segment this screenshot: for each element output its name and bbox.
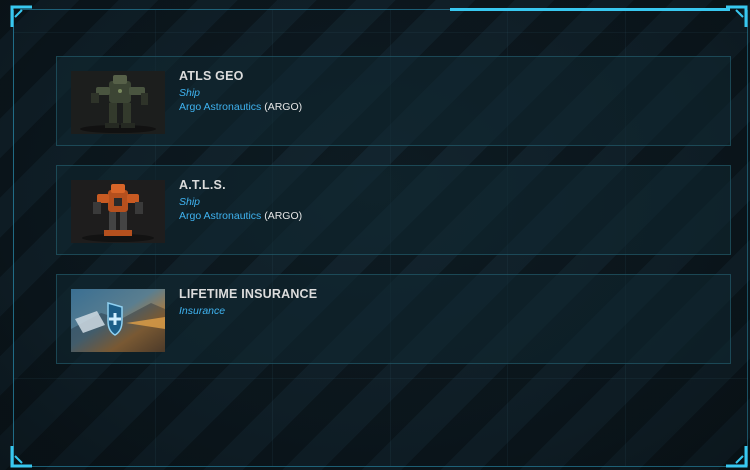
manufacturer-code: (ARGO) <box>264 210 303 222</box>
manufacturer-name[interactable]: Argo Astronautics <box>179 101 261 113</box>
frame-accent-bar <box>450 8 730 11</box>
item-title: LIFETIME INSURANCE <box>179 287 318 301</box>
item-title: A.T.L.S. <box>179 178 226 192</box>
item-type: Ship <box>179 196 201 208</box>
grid-line <box>14 378 748 379</box>
corner-bracket-top-right-icon <box>726 5 748 27</box>
manufacturer-name[interactable]: Argo Astronautics <box>179 210 261 222</box>
pledge-item-atls[interactable]: A.T.L.S. Ship Argo Astronautics (ARGO) <box>56 165 731 255</box>
pledge-item-atls-geo[interactable]: ATLS GEO Ship Argo Astronautics (ARGO) <box>56 56 731 146</box>
pledge-items-panel: ATLS GEO Ship Argo Astronautics (ARGO) A… <box>0 0 750 470</box>
item-manufacturer[interactable]: Argo Astronautics (ARGO) <box>179 210 302 222</box>
item-title: ATLS GEO <box>179 69 244 83</box>
mech-suit-image <box>71 71 165 134</box>
manufacturer-code: (ARGO) <box>264 101 303 113</box>
frame-border-right <box>747 10 748 466</box>
ship-thumbnail-image[interactable] <box>71 180 165 243</box>
item-manufacturer[interactable]: Argo Astronautics (ARGO) <box>179 101 302 113</box>
corner-bracket-bottom-right-icon <box>726 446 748 468</box>
ship-thumbnail-image[interactable] <box>71 71 165 134</box>
insurance-thumbnail-image[interactable] <box>71 289 165 352</box>
frame-border-left <box>13 10 14 466</box>
item-type: Insurance <box>179 305 226 317</box>
insurance-shield-image <box>71 289 165 352</box>
item-type: Ship <box>179 87 201 99</box>
frame-border-bottom <box>20 466 730 467</box>
grid-line <box>14 32 748 33</box>
pledge-item-lifetime-insurance[interactable]: LIFETIME INSURANCE Insurance <box>56 274 731 364</box>
frame-border-top <box>20 9 450 10</box>
corner-bracket-bottom-left-icon <box>10 446 32 468</box>
mech-suit-image <box>71 180 165 243</box>
corner-bracket-top-left-icon <box>10 5 32 27</box>
